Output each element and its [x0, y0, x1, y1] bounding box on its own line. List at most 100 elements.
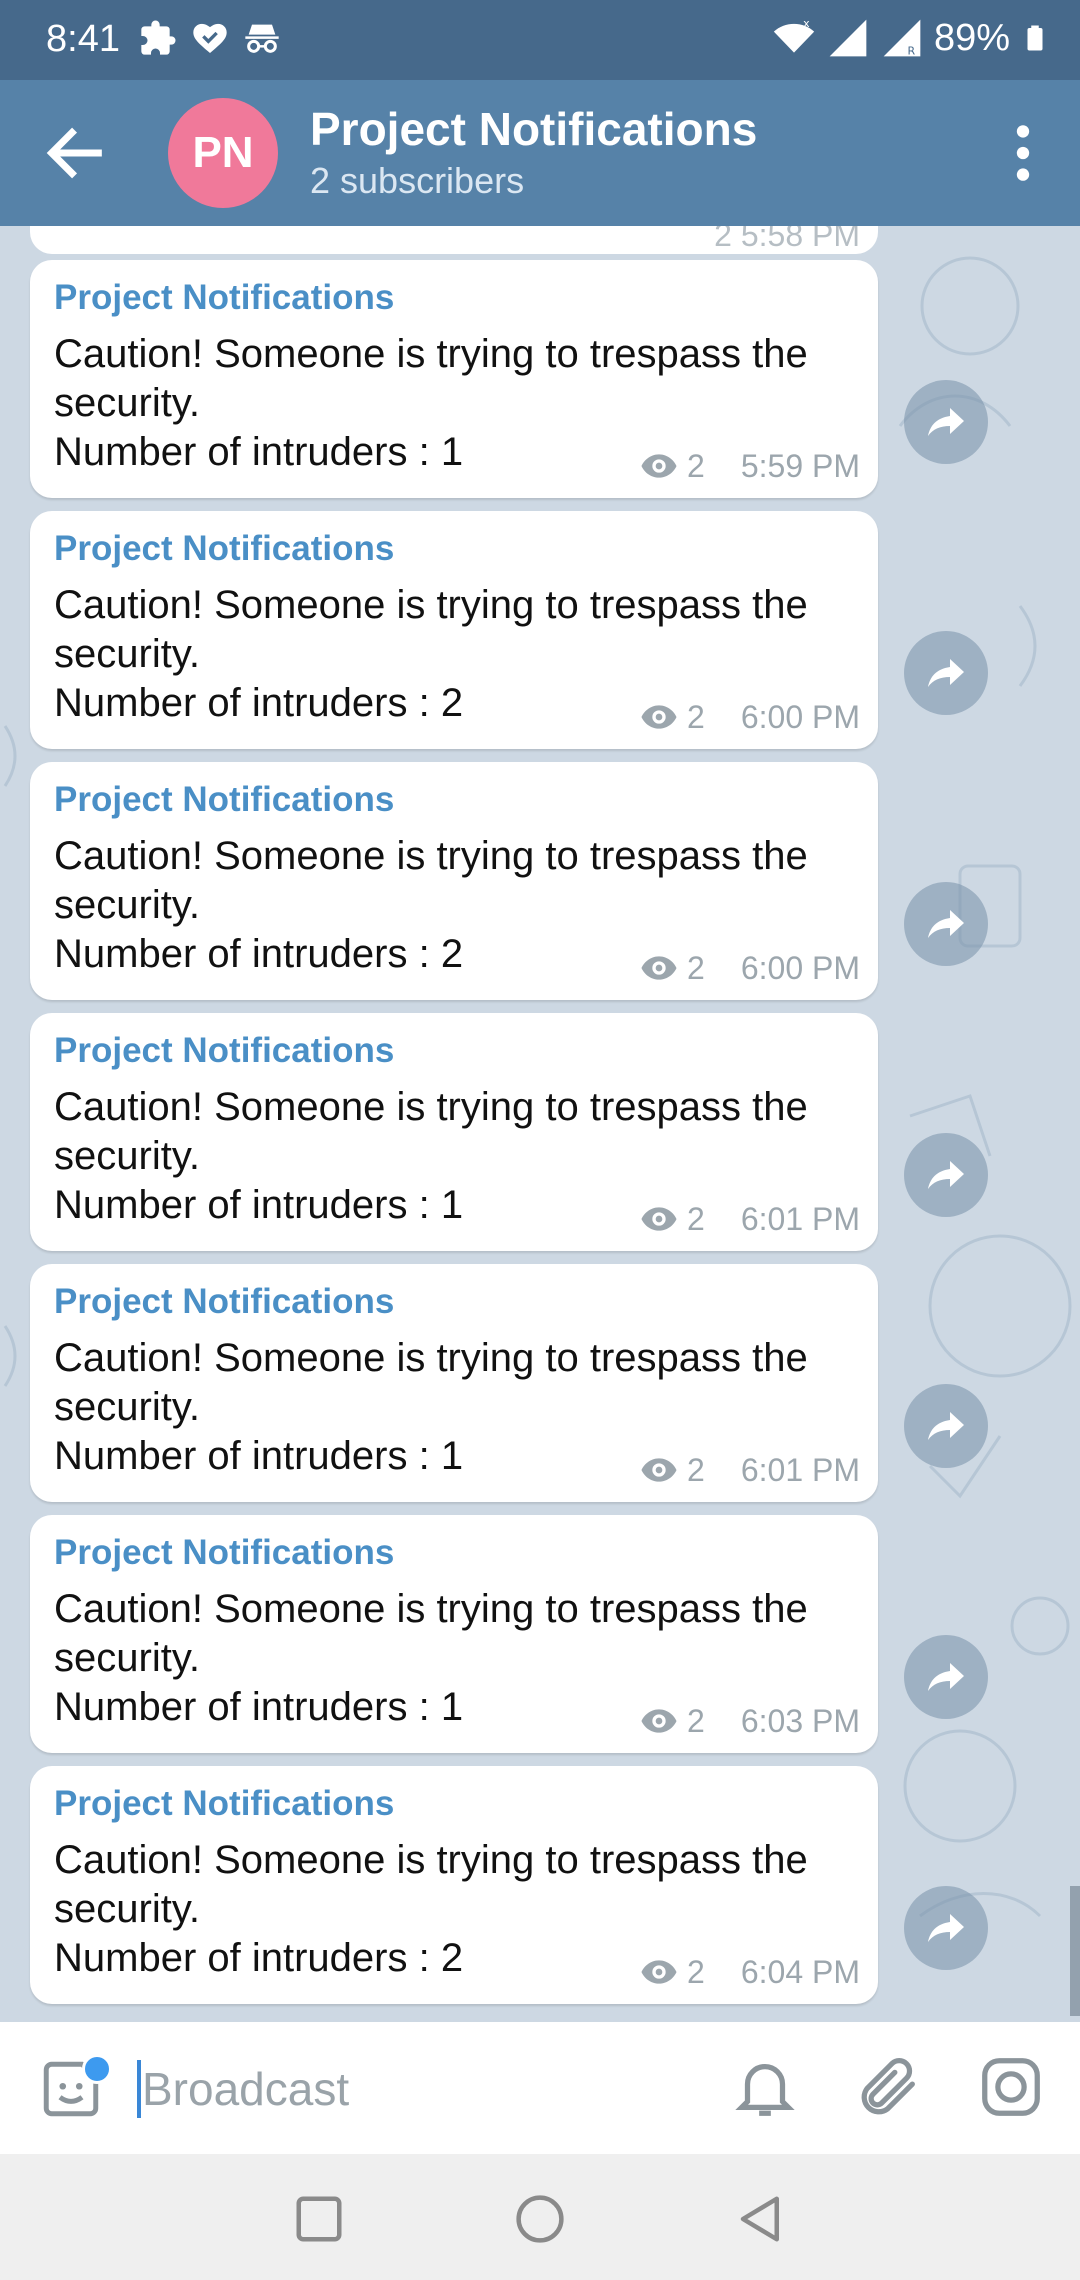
share-arrow-icon — [928, 1161, 964, 1189]
message-meta: 2 6:00 PM — [639, 948, 860, 988]
message-time: 5:59 PM — [740, 447, 860, 484]
compose-bar — [0, 2022, 1080, 2154]
notification-icons — [138, 18, 282, 58]
view-count: 2 — [687, 949, 705, 986]
message-text-line: Number of intruders : 2 — [54, 681, 464, 725]
paperclip-icon[interactable] — [854, 2052, 924, 2122]
message-text-line: security. — [54, 883, 200, 927]
message-meta: 2 6:01 PM — [639, 1450, 860, 1490]
message-text-line: Number of intruders : 1 — [54, 1183, 464, 1227]
message-meta: 2 6:00 PM — [639, 697, 860, 737]
message-time: 6:04 PM — [740, 1953, 860, 1990]
message-time: 6:03 PM — [740, 1702, 860, 1739]
message-text-line: Number of intruders : 1 — [54, 1685, 464, 1729]
message-text-line: Caution! Someone is trying to trespass t… — [54, 1838, 808, 1882]
channel-title[interactable]: Project Notifications — [310, 102, 757, 156]
message-text-line: Caution! Someone is trying to trespass t… — [54, 1587, 808, 1631]
incognito-icon — [245, 24, 279, 53]
view-count: 2 — [687, 698, 705, 735]
signal-x-icon — [829, 19, 867, 57]
message-text-line: security. — [54, 1385, 200, 1429]
eye-icon — [641, 1458, 677, 1482]
message-text-line: security. — [54, 632, 200, 676]
view-count: 2 — [687, 1200, 705, 1237]
heart-check-icon — [193, 23, 227, 53]
home-circle-icon[interactable] — [513, 2192, 567, 2246]
message-time: 6:01 PM — [740, 1200, 860, 1237]
battery-percentage: 89% — [933, 16, 1010, 59]
bell-icon[interactable] — [730, 2052, 800, 2122]
message-bubble[interactable]: Project Notifications Caution! Someone i… — [30, 1515, 878, 1753]
share-arrow-icon — [928, 910, 964, 938]
more-vert-icon[interactable] — [986, 116, 1060, 190]
message-author[interactable]: Project Notifications — [54, 1031, 394, 1071]
message-author[interactable]: Project Notifications — [54, 780, 394, 820]
forward-button[interactable] — [904, 380, 988, 464]
back-triangle-icon[interactable] — [734, 2192, 788, 2246]
message-author[interactable]: Project Notifications — [54, 1533, 394, 1573]
status-time: 8:41 — [46, 18, 120, 60]
svg-text:x: x — [803, 17, 810, 30]
recents-square-icon[interactable] — [292, 2192, 346, 2246]
message-list[interactable]: 2 5:58 PM Project Notifications Caution!… — [0, 226, 1080, 2022]
message-author[interactable]: Project Notifications — [54, 1784, 394, 1824]
forward-button[interactable] — [904, 631, 988, 715]
broadcast-input[interactable] — [140, 2052, 684, 2126]
partial-message[interactable]: 2 5:58 PM — [30, 226, 878, 254]
message-bubble[interactable]: Project Notifications Caution! Someone i… — [30, 1013, 878, 1251]
message-bubble[interactable]: Project Notifications Caution! Someone i… — [30, 762, 878, 1000]
share-arrow-icon — [928, 659, 964, 687]
share-arrow-icon — [928, 408, 964, 436]
message-bubble[interactable]: Project Notifications Caution! Someone i… — [30, 260, 878, 498]
message-text-line: Number of intruders : 2 — [54, 932, 464, 976]
eye-icon — [641, 1960, 677, 1984]
message-bubble[interactable]: Project Notifications Caution! Someone i… — [30, 511, 878, 749]
scrollbar[interactable] — [1070, 1886, 1080, 2016]
eye-icon — [641, 454, 677, 478]
message-text-line: security. — [54, 381, 200, 425]
message-text-line: Number of intruders : 2 — [54, 1936, 464, 1980]
svg-text:R: R — [907, 45, 915, 58]
message-time: 6:01 PM — [740, 1451, 860, 1488]
subscriber-count: 2 subscribers — [310, 160, 525, 201]
eye-icon — [641, 956, 677, 980]
message-text-line: Number of intruders : 1 — [54, 1434, 464, 1478]
share-arrow-icon — [928, 1914, 964, 1942]
puzzle-icon — [141, 20, 176, 55]
forward-button[interactable] — [904, 1886, 988, 1970]
camera-icon[interactable] — [976, 2052, 1046, 2122]
message-meta: 2 6:04 PM — [639, 1952, 860, 1992]
forward-button[interactable] — [904, 1133, 988, 1217]
channel-avatar[interactable]: PN — [168, 98, 278, 208]
chat-header: PN Project Notifications 2 subscribers — [0, 80, 1080, 226]
message-text-line: Caution! Someone is trying to trespass t… — [54, 332, 808, 376]
message-bubble[interactable]: Project Notifications Caution! Someone i… — [30, 1766, 878, 2004]
share-arrow-icon — [928, 1412, 964, 1440]
forward-button[interactable] — [904, 1384, 988, 1468]
message-text-line: security. — [54, 1134, 200, 1178]
message-author[interactable]: Project Notifications — [54, 278, 394, 318]
back-arrow-icon[interactable] — [40, 118, 110, 188]
message-author[interactable]: Project Notifications — [54, 1282, 394, 1322]
message-text-line: Caution! Someone is trying to trespass t… — [54, 1336, 808, 1380]
message-bubble[interactable]: Project Notifications Caution! Someone i… — [30, 1264, 878, 1502]
view-count: 2 — [687, 1451, 705, 1488]
message-meta: 2 6:01 PM — [639, 1199, 860, 1239]
forward-button[interactable] — [904, 1635, 988, 1719]
message-meta: 2 6:03 PM — [639, 1701, 860, 1741]
forward-button[interactable] — [904, 882, 988, 966]
message-text-line: Caution! Someone is trying to trespass t… — [54, 583, 808, 627]
message-author[interactable]: Project Notifications — [54, 529, 394, 569]
system-nav-bar — [0, 2154, 1080, 2280]
message-text-line: security. — [54, 1636, 200, 1680]
eye-icon — [641, 1709, 677, 1733]
message-text-line: Caution! Someone is trying to trespass t… — [54, 1085, 808, 1129]
partial-message-meta: 2 5:58 PM — [714, 226, 860, 253]
view-count: 2 — [687, 1702, 705, 1739]
view-count: 2 — [687, 1953, 705, 1990]
message-text-line: Number of intruders : 1 — [54, 430, 464, 474]
message-time: 6:00 PM — [740, 698, 860, 735]
wifi-icon: x — [773, 17, 815, 53]
status-bar: 8:41 x R 89% — [0, 0, 1080, 80]
message-meta: 2 5:59 PM — [639, 446, 860, 486]
